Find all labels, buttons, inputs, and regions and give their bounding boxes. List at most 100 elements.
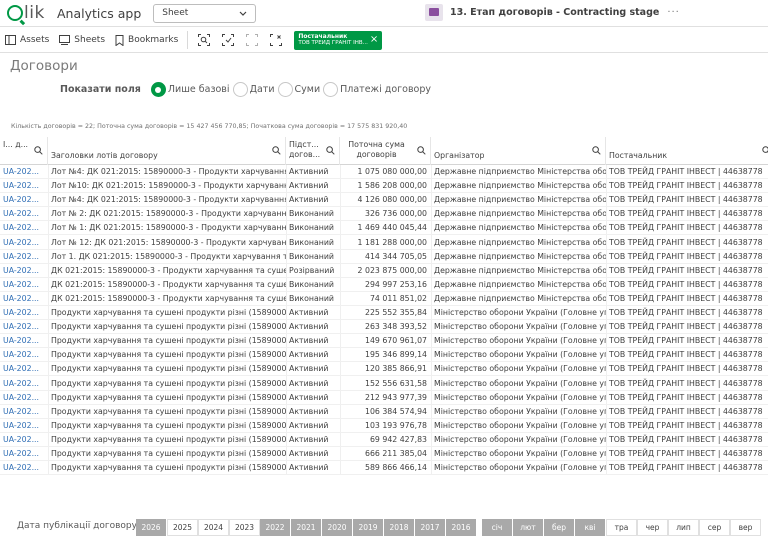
sheet-dropdown[interactable]: Sheet [153,3,257,23]
column-header-lots[interactable]: Заголовки лотів договору [48,137,286,165]
close-icon[interactable]: × [370,34,378,45]
table-row[interactable]: UA-202... ДК 021:2015: 15890000-3 - Проду… [0,264,768,278]
month-filter-item[interactable]: кві [575,519,606,536]
table-row[interactable]: UA-202... Лот № 1: ДК 021:2015: 15890000-… [0,221,768,236]
cell-id[interactable]: UA-202... [0,447,48,461]
cell-id[interactable]: UA-202... [0,334,48,348]
table-row[interactable]: UA-202... Продукти харчування та сушені п… [0,461,768,475]
year-filter-item[interactable]: 2017 [415,519,446,536]
year-filter-item[interactable]: 2020 [322,519,353,536]
column-header-organizer[interactable]: Організатор [431,137,606,165]
table-row[interactable]: UA-202... Лот № 12: ДК 021:2015: 15890000… [0,236,768,250]
month-filter-item[interactable]: тра [606,519,637,536]
month-filter-item[interactable]: чер [637,519,668,536]
table-row[interactable]: UA-202... Продукти харчування та сушені п… [0,348,768,363]
year-filter-item[interactable]: 2018 [384,519,415,536]
year-filter-item[interactable]: 2023 [229,519,260,536]
table-row[interactable]: UA-202... Продукти харчування та сушені п… [0,419,768,433]
cell-id[interactable]: UA-202... [0,391,48,405]
radio-empty-icon [277,82,293,97]
radio-dates[interactable]: Дати [232,82,275,97]
cell-id[interactable]: UA-202... [0,292,48,306]
cell-id[interactable]: UA-202... [0,419,48,433]
cell-id[interactable]: UA-202... [0,348,48,362]
column-header-status[interactable]: Підст... догов... [286,137,340,165]
cell-lot-title: Продукти харчування та сушені продукти р… [51,434,286,444]
column-header-supplier[interactable]: Постачальник [606,137,768,165]
table-row[interactable]: UA-202... Продукти харчування та сушені п… [0,433,768,447]
cell-id[interactable]: UA-202... [0,250,48,264]
cell-id[interactable]: UA-202... [0,236,48,250]
step-back-icon[interactable] [245,33,259,47]
table-row[interactable]: UA-202... Лот № 2: ДК 021:2015: 15890000-… [0,207,768,222]
month-filter-item[interactable]: сер [699,519,730,536]
column-header-label: Поточна сума договорів [348,140,405,159]
cell-id[interactable]: UA-202... [0,377,48,391]
table-row[interactable]: UA-202... Продукти харчування та сушені п… [0,447,768,462]
smart-search-icon[interactable] [197,33,211,47]
search-icon[interactable] [326,146,335,155]
table-row[interactable]: UA-202... Лот 1. ДК 021:2015: 15890000-3 … [0,250,768,264]
cell-id[interactable]: UA-202... [0,179,48,193]
search-icon[interactable] [272,146,281,155]
sheets-button[interactable]: Sheets [54,35,110,45]
cell-lot-title: Лот №4: ДК 021:2015: 15890000-3 - Продук… [51,195,286,205]
table-row[interactable]: UA-202... ДК 021:2015: 15890000-3 - Проду… [0,278,768,292]
table-row[interactable]: UA-202... Лот №4: ДК 021:2015: 15890000-3… [0,165,768,180]
year-filter-item[interactable]: 2025 [167,519,198,536]
cell-id[interactable]: UA-202... [0,193,48,207]
cell-id[interactable]: UA-202... [0,221,48,235]
table-row[interactable]: UA-202... Продукти харчування та сушені п… [0,320,768,335]
cell-id[interactable]: UA-202... [0,264,48,278]
cell-id[interactable]: UA-202... [0,362,48,376]
cell-id[interactable]: UA-202... [0,306,48,320]
table-row[interactable]: UA-202... Продукти харчування та сушені п… [0,306,768,321]
cell-id[interactable]: UA-202... [0,320,48,334]
table-row[interactable]: UA-202... Лот №10: ДК 021:2015: 15890000-… [0,179,768,194]
radio-basic-only[interactable]: Лише базові [150,82,230,97]
radio-amounts[interactable]: Суми [277,82,321,97]
cell-id[interactable]: UA-202... [0,278,48,292]
radio-label: Суми [294,84,321,95]
radio-contract-payments[interactable]: Платежі договору [323,82,431,97]
search-icon[interactable] [34,146,43,155]
cell-id[interactable]: UA-202... [0,433,48,447]
qlik-logo[interactable]: lik [7,3,47,23]
cell-id[interactable]: UA-202... [0,207,48,221]
cell-id[interactable]: UA-202... [0,405,48,419]
assets-button[interactable]: Assets [0,35,54,45]
table-row[interactable]: UA-202... ДК 021:2015: 15890000-3 - Проду… [0,292,768,306]
year-filter-item[interactable]: 2021 [291,519,322,536]
month-filter-item[interactable]: лют [513,519,544,536]
column-header-amount[interactable]: Поточна сума договорів [340,137,431,165]
cell-id[interactable]: UA-202... [0,165,48,179]
table-row[interactable]: UA-202... Продукти харчування та сушені п… [0,362,768,377]
column-header-id[interactable]: І... д... [0,137,48,165]
month-filter-item[interactable]: лип [668,519,699,536]
selections-tool-icon[interactable] [221,33,235,47]
table-row[interactable]: UA-202... Продукти харчування та сушені п… [0,334,768,349]
table-row[interactable]: UA-202... Продукти харчування та сушені п… [0,377,768,391]
search-icon[interactable] [592,146,601,155]
year-filter-item[interactable]: 2016 [446,519,477,536]
table-row[interactable]: UA-202... Продукти харчування та сушені п… [0,391,768,405]
clear-selections-icon[interactable] [269,33,283,47]
month-filter-item[interactable]: січ [482,519,513,536]
toolbar: Assets Sheets Bookmarks Постачальник ТОВ… [0,28,768,53]
search-icon[interactable] [762,146,768,155]
table-row[interactable]: UA-202... Продукти харчування та сушені п… [0,405,768,419]
selection-chip-supplier[interactable]: Постачальник ТОВ ТРЕЙД ГРАНІТ ІНВ... × [294,30,383,50]
year-filter-item[interactable]: 2026 [136,519,167,536]
cell-status: Активний [289,308,329,317]
year-filter-item[interactable]: 2024 [198,519,229,536]
table-row[interactable]: UA-202... Лот №4: ДК 021:2015: 15890000-3… [0,193,768,208]
month-filter-item[interactable]: бер [544,519,575,536]
year-filter-item[interactable]: 2022 [260,519,291,536]
bookmarks-button[interactable]: Bookmarks [110,34,183,46]
more-options-icon[interactable]: ··· [667,7,680,18]
cell-id[interactable]: UA-202... [0,461,48,475]
month-filter-item[interactable]: вер [730,519,761,536]
search-icon[interactable] [417,146,426,155]
year-filter-item[interactable]: 2019 [353,519,384,536]
app-title[interactable]: Analytics app [57,6,141,21]
